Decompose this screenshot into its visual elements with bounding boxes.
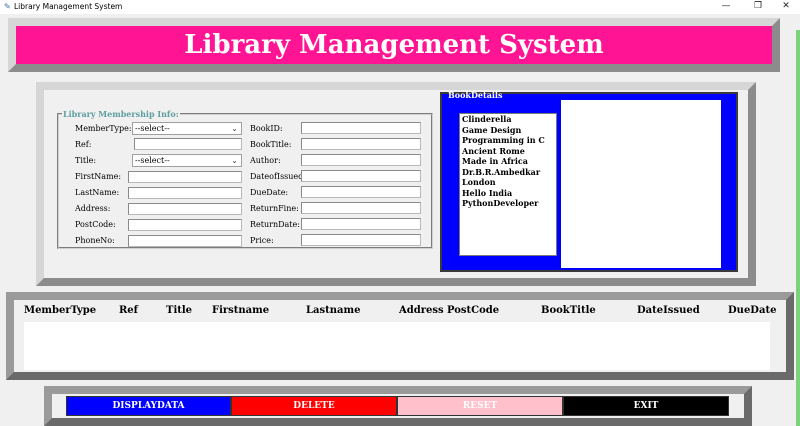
page-title: Library Management System xyxy=(16,26,772,64)
lastname-input[interactable] xyxy=(128,187,242,199)
column-header-booktitle: BookTitle xyxy=(541,305,596,316)
reset-button[interactable]: RESET xyxy=(397,396,563,416)
exit-button[interactable]: EXIT xyxy=(563,396,729,416)
book-details-text[interactable] xyxy=(561,100,721,268)
phoneno-label: PhoneNo: xyxy=(75,236,115,245)
price-label: Price: xyxy=(250,236,274,245)
duedate-label: DueDate: xyxy=(250,188,289,197)
list-item[interactable]: Programming in C xyxy=(460,135,556,146)
list-item[interactable]: Hello India xyxy=(460,188,556,199)
member-type-value: --select-- xyxy=(135,124,170,133)
lastname-label: LastName: xyxy=(75,188,120,197)
maximize-button[interactable]: ❐ xyxy=(744,0,772,14)
member-type-label: MemberType: xyxy=(75,124,132,133)
records-list[interactable] xyxy=(24,322,770,370)
chevron-down-icon: ⌄ xyxy=(231,124,238,133)
column-header-address: Address xyxy=(399,305,444,316)
column-header-firstname: Firstname xyxy=(212,305,270,316)
column-header-lastname: Lastname xyxy=(306,305,361,316)
column-header-dateissued: DateIssued xyxy=(637,305,700,316)
book-details-title: BookDetails xyxy=(448,90,503,100)
ref-input[interactable] xyxy=(134,138,242,150)
duedate-input[interactable] xyxy=(301,186,421,198)
returnfine-label: ReturnFine: xyxy=(250,204,299,213)
phoneno-input[interactable] xyxy=(128,235,242,247)
list-item[interactable]: London xyxy=(460,177,556,188)
member-type-select[interactable]: --select-- ⌄ xyxy=(132,122,242,135)
firstname-input[interactable] xyxy=(128,171,242,183)
chevron-down-icon: ⌄ xyxy=(231,156,238,165)
column-header-postcode: PostCode xyxy=(447,305,500,316)
author-label: Author: xyxy=(250,156,281,165)
price-input[interactable] xyxy=(301,234,421,246)
list-item[interactable]: Clinderella xyxy=(460,114,556,125)
column-header-ref: Ref xyxy=(119,305,138,316)
firstname-label: FirstName: xyxy=(75,172,122,181)
delete-button[interactable]: DELETE xyxy=(231,396,397,416)
dateissued-input[interactable] xyxy=(301,170,421,182)
list-item[interactable]: Dr.B.R.Ambedkar xyxy=(460,167,556,178)
book-listbox[interactable]: Clinderella Game Design Programming in C… xyxy=(459,113,557,256)
returndate-label: ReturnDate: xyxy=(250,220,300,229)
dateissued-label: DateofIssued: xyxy=(250,172,306,181)
list-item[interactable]: Game Design xyxy=(460,125,556,136)
title-select[interactable]: --select-- ⌄ xyxy=(132,154,242,167)
window-title: Library Management System xyxy=(14,2,123,11)
column-header-title: Title xyxy=(166,305,193,316)
booktitle-input[interactable] xyxy=(301,138,421,150)
display-data-button[interactable]: DISPLAYDATA xyxy=(66,396,231,416)
returndate-input[interactable] xyxy=(301,218,421,230)
returnfine-input[interactable] xyxy=(301,202,421,214)
address-label: Address: xyxy=(75,204,111,213)
bookid-label: BookID: xyxy=(250,124,283,133)
membership-group-title: Library Membership Info: xyxy=(62,109,180,119)
window-edge xyxy=(796,30,800,426)
author-input[interactable] xyxy=(301,154,421,166)
address-input[interactable] xyxy=(128,203,242,215)
title-label: Title: xyxy=(75,156,97,165)
ref-label: Ref: xyxy=(75,140,92,149)
list-item[interactable]: PythonDeveloper xyxy=(460,198,556,209)
booktitle-label: BookTitle: xyxy=(250,140,292,149)
close-button[interactable]: ✕ xyxy=(772,0,800,14)
list-item[interactable]: Made in Africa xyxy=(460,156,556,167)
column-header-duedate: DueDate xyxy=(728,305,777,316)
app-feather-icon: ✎ xyxy=(4,2,11,11)
minimize-button[interactable]: — xyxy=(712,0,740,14)
postcode-input[interactable] xyxy=(128,219,242,231)
title-value: --select-- xyxy=(135,156,170,165)
list-item[interactable]: Ancient Rome xyxy=(460,146,556,157)
window-titlebar: ✎ Library Management System — ❐ ✕ xyxy=(0,0,800,14)
bookid-input[interactable] xyxy=(301,122,421,134)
column-header-membertype: MemberType xyxy=(24,305,97,316)
postcode-label: PostCode: xyxy=(75,220,116,229)
